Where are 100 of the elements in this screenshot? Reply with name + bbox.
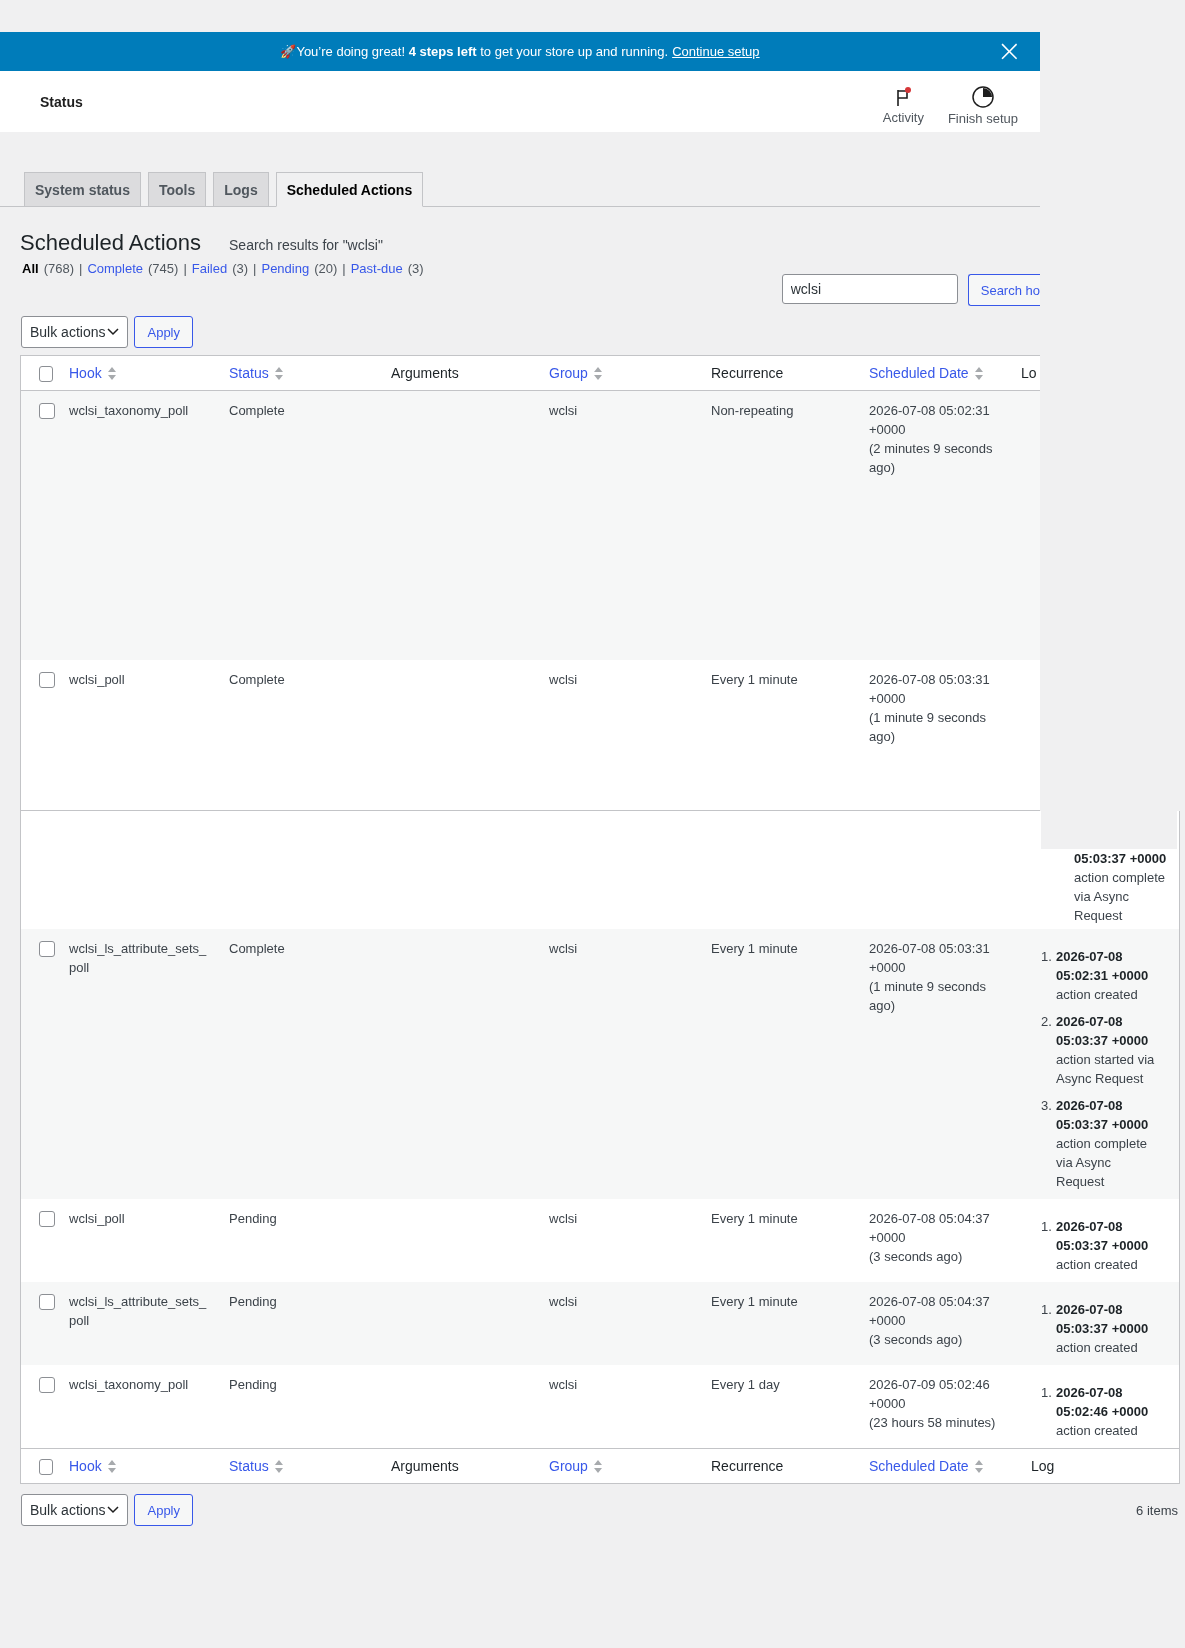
recurrence-text: Every 1 minute xyxy=(711,671,799,689)
log-number: 2. xyxy=(1041,1013,1053,1031)
filter-count: (3) xyxy=(407,261,424,276)
sort-icon xyxy=(274,1459,283,1473)
log-number: 3. xyxy=(1041,1097,1053,1115)
header-action-button[interactable]: Activity xyxy=(870,78,936,125)
filter-count: (3) xyxy=(232,261,249,276)
chevron-down-icon xyxy=(107,1506,120,1514)
hook-name: wclsi_ls_attribute_sets_poll xyxy=(69,940,208,977)
relative-time: (2 minutes 9 seconds ago) xyxy=(869,440,994,477)
filter-link[interactable]: All xyxy=(22,261,39,276)
apply-button[interactable]: Apply xyxy=(134,1494,193,1526)
hook-name: wclsi_ls_attribute_sets_poll xyxy=(69,1293,208,1330)
row-checkbox[interactable] xyxy=(39,1377,55,1393)
filter-separator: | xyxy=(79,261,83,276)
row-checkbox[interactable] xyxy=(39,672,55,688)
scheduled-date: 2026-07-08 05:02:31 +0000 xyxy=(869,402,991,439)
status-text: Complete xyxy=(229,671,286,689)
group-text: wclsi xyxy=(549,402,579,420)
group-text: wclsi xyxy=(549,1210,579,1228)
item-count: 6 items xyxy=(1136,1502,1178,1518)
hook-name: wclsi_poll xyxy=(69,671,126,689)
status-text: Complete xyxy=(229,940,286,958)
filter-link[interactable]: Pending xyxy=(261,261,310,276)
group-text: wclsi xyxy=(549,671,579,689)
filter-link[interactable]: Past-due xyxy=(350,261,403,276)
page-heading: Status xyxy=(40,93,84,110)
close-button[interactable]: × xyxy=(992,36,1026,66)
apply-button[interactable]: Apply xyxy=(134,316,193,348)
scheduled-date: 2026-07-08 05:03:31 +0000 xyxy=(869,671,991,708)
column-sort-link[interactable]: Hook xyxy=(69,365,102,381)
sort-icon xyxy=(593,366,602,380)
header-action-button[interactable]: Finish setup xyxy=(935,77,1030,126)
row-checkbox[interactable] xyxy=(39,941,55,957)
scheduled-date: 2026-07-08 05:03:31 +0000 xyxy=(869,940,991,977)
recurrence-text: Every 1 minute xyxy=(711,1293,799,1311)
continue-setup-link[interactable]: Continue setup xyxy=(672,44,760,59)
scheduled-date: 2026-07-08 05:04:37 +0000 xyxy=(869,1210,991,1247)
group-text: wclsi xyxy=(549,1376,579,1394)
column-header: Arguments xyxy=(391,1458,459,1474)
log-entry: 2026-07-08 05:03:37 +0000 action started via Async Request xyxy=(1056,1013,1156,1088)
tab[interactable]: Logs xyxy=(213,172,269,207)
search-results-text: Search results for "wclsi" xyxy=(229,237,383,253)
progress-circle-icon xyxy=(970,85,995,109)
scheduled-date: 2026-07-09 05:02:46 +0000 xyxy=(869,1376,991,1413)
relative-time: (3 seconds ago) xyxy=(869,1331,964,1349)
column-header: Lo xyxy=(1021,365,1037,381)
filter-separator: | xyxy=(342,261,346,276)
column-sort-link[interactable]: Group xyxy=(549,365,588,381)
log-number: 1. xyxy=(1041,948,1053,966)
hook-name: wclsi_taxonomy_poll xyxy=(69,402,190,420)
recurrence-text: Non-repeating xyxy=(711,402,795,420)
search-button[interactable]: Search ho xyxy=(967,274,1040,306)
column-sort-link[interactable]: Group xyxy=(549,1458,588,1474)
sort-icon xyxy=(107,366,116,380)
filter-link[interactable]: Complete xyxy=(87,261,143,276)
tab[interactable]: System status xyxy=(24,172,141,207)
column-sort-link[interactable]: Scheduled Date xyxy=(869,365,969,381)
chevron-down-icon xyxy=(107,328,120,336)
filter-count: (768) xyxy=(43,261,74,276)
log-entry: 2026-07-08 05:03:37 +0000 action created xyxy=(1056,1218,1150,1274)
row-checkbox[interactable] xyxy=(39,1211,55,1227)
status-text: Complete xyxy=(229,402,286,420)
relative-time: (3 seconds ago) xyxy=(869,1248,964,1266)
log-number: 1. xyxy=(1041,1384,1053,1402)
log-entry: 2026-07-08 05:03:37 +0000 action complete via Async Request xyxy=(1056,1097,1150,1191)
status-text: Pending xyxy=(229,1293,278,1311)
banner-message: 🚀You’re doing great! 4 steps left to get your store up and running. xyxy=(280,44,669,59)
filter-separator: | xyxy=(183,261,187,276)
relative-time: (1 minute 9 seconds ago) xyxy=(869,709,988,746)
relative-time: (23 hours 58 minutes) xyxy=(869,1414,997,1432)
log-entry: 2026-07-08 05:02:46 +0000 action created xyxy=(1056,1384,1150,1440)
relative-time: (1 minute 9 seconds ago) xyxy=(869,978,988,1015)
bulk-actions-select[interactable]: Bulk actions xyxy=(21,1494,129,1526)
sort-icon xyxy=(593,1459,602,1473)
bulk-actions-select[interactable]: Bulk actions xyxy=(21,316,129,348)
row-checkbox[interactable] xyxy=(39,1294,55,1310)
filter-count: (20) xyxy=(314,261,338,276)
select-all-checkbox[interactable] xyxy=(39,366,53,382)
tab[interactable]: Tools xyxy=(147,172,207,207)
scheduled-date: 2026-07-08 05:04:37 +0000 xyxy=(869,1293,991,1330)
hook-name: wclsi_taxonomy_poll xyxy=(69,1376,190,1394)
column-header: Recurrence xyxy=(711,1458,784,1474)
status-text: Pending xyxy=(229,1376,278,1394)
group-text: wclsi xyxy=(549,940,579,958)
column-sort-link[interactable]: Scheduled Date xyxy=(869,1458,969,1474)
group-text: wclsi xyxy=(549,1293,579,1311)
select-all-checkbox[interactable] xyxy=(39,1459,53,1475)
column-sort-link[interactable]: Status xyxy=(229,1458,269,1474)
sort-icon xyxy=(107,1459,116,1473)
filter-count: (745) xyxy=(148,261,179,276)
filter-link[interactable]: Failed xyxy=(191,261,228,276)
row-checkbox[interactable] xyxy=(39,403,55,419)
tab[interactable]: Scheduled Actions xyxy=(275,172,424,207)
column-sort-link[interactable]: Status xyxy=(229,365,269,381)
search-field[interactable]: wclsi xyxy=(781,274,958,304)
column-sort-link[interactable]: Hook xyxy=(69,1458,102,1474)
column-header: Log xyxy=(1031,1458,1055,1474)
log-number: 1. xyxy=(1041,1301,1053,1319)
page-title: Scheduled Actions xyxy=(20,230,202,256)
